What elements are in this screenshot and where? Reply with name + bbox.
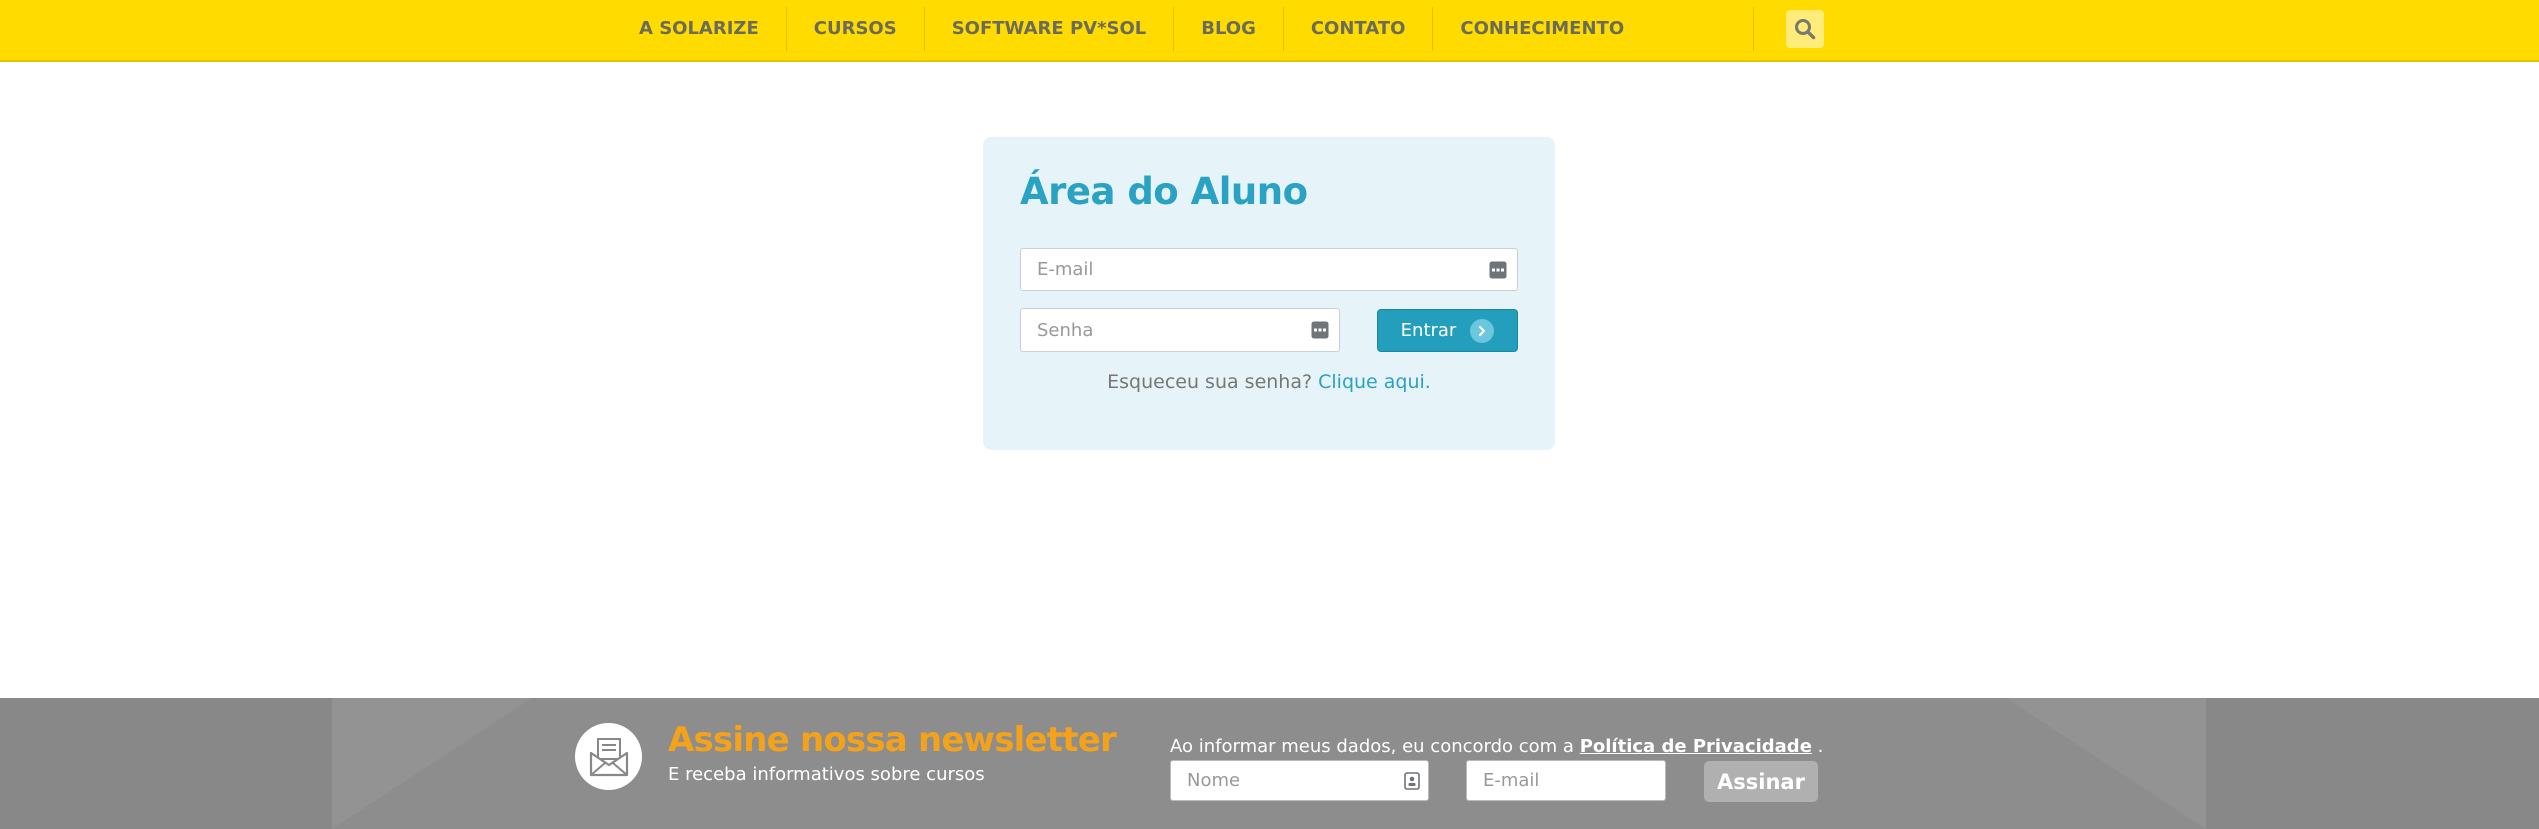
newsletter-icon — [575, 723, 642, 790]
password-field-wrapper — [1020, 308, 1340, 352]
privacy-policy-link[interactable]: Política de Privacidade — [1580, 736, 1812, 757]
page-title: Área do Aluno — [1020, 170, 1308, 213]
newsletter-email-wrapper — [1466, 760, 1666, 801]
name-field-wrapper — [1170, 760, 1429, 801]
newsletter-title: Assine nossa newsletter — [668, 720, 1117, 760]
envelope-icon — [589, 737, 628, 776]
login-button-label: Entrar — [1400, 320, 1457, 341]
email-field-wrapper — [1020, 248, 1518, 291]
consent-text: Ao informar meus dados, eu concordo com … — [1170, 736, 1574, 757]
newsletter-subtitle: E receba informativos sobre cursos — [668, 764, 985, 785]
newsletter-email-field[interactable] — [1467, 761, 1665, 800]
subscribe-button[interactable]: Assinar — [1704, 761, 1818, 802]
password-manager-icon[interactable] — [1311, 321, 1329, 339]
email-field[interactable] — [1021, 249, 1517, 290]
login-button[interactable]: Entrar — [1377, 309, 1518, 352]
forgot-password: Esqueceu sua senha? Clique aqui. — [983, 371, 1555, 393]
password-field[interactable] — [1021, 309, 1339, 351]
nav-item-a-solarize[interactable]: A SOLARIZE — [612, 7, 787, 51]
nav-item-conhecimento[interactable]: CONHECIMENTO — [1433, 7, 1651, 51]
login-card: Área do Aluno Entrar Esqueceu sua senha?… — [983, 137, 1555, 450]
nav-item-cursos[interactable]: CURSOS — [787, 7, 925, 51]
forgot-password-link[interactable]: Clique aqui. — [1318, 371, 1431, 393]
contact-card-icon[interactable] — [1404, 771, 1420, 790]
forgot-password-text: Esqueceu sua senha? — [1107, 371, 1313, 393]
consent-end: . — [1817, 736, 1824, 757]
privacy-consent: Ao informar meus dados, eu concordo com … — [1170, 736, 1823, 757]
search-button[interactable] — [1786, 10, 1824, 48]
newsletter-footer: Assine nossa newsletter E receba informa… — [0, 698, 2539, 829]
nav-divider — [1753, 7, 1754, 51]
nav-item-software-pvsol[interactable]: SOFTWARE PV*SOL — [925, 7, 1175, 51]
nav-item-contato[interactable]: CONTATO — [1284, 7, 1434, 51]
decorative-shape — [332, 698, 532, 829]
decorative-shape — [2006, 698, 2206, 829]
search-icon — [1795, 19, 1816, 40]
nav-item-blog[interactable]: BLOG — [1174, 7, 1284, 51]
chevron-right-icon — [1470, 318, 1495, 343]
main-nav: A SOLARIZE CURSOS SOFTWARE PV*SOL BLOG C… — [612, 0, 1651, 58]
password-manager-icon[interactable] — [1489, 261, 1507, 279]
top-header: A SOLARIZE CURSOS SOFTWARE PV*SOL BLOG C… — [0, 0, 2539, 62]
name-field[interactable] — [1171, 761, 1428, 800]
